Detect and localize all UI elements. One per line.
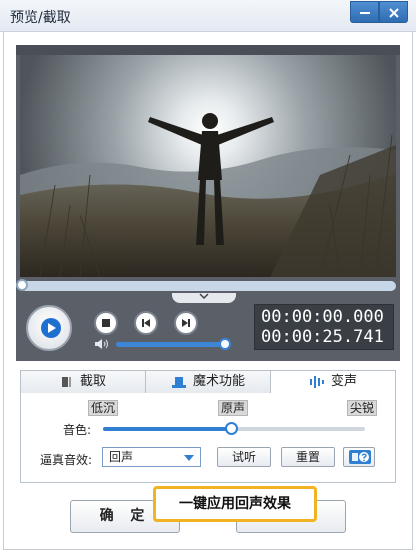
play-button[interactable] (26, 305, 72, 351)
time-display: 00:00:00.000 00:00:25.741 (254, 304, 394, 350)
next-frame-button[interactable] (174, 311, 198, 335)
seek-knob[interactable] (16, 279, 28, 291)
effect-select-value: 回声 (109, 450, 134, 464)
reset-button[interactable]: 重置 (281, 447, 335, 467)
scale-high-label: 尖锐 (347, 400, 378, 416)
preview-button[interactable]: 试听 (217, 447, 271, 467)
voice-wave-icon (309, 375, 324, 388)
close-button[interactable] (379, 1, 408, 23)
collapse-toggle[interactable] (172, 293, 236, 303)
tab-magic[interactable]: 魔术功能 (146, 371, 271, 393)
effect-select[interactable]: 回声 (102, 447, 201, 467)
prev-frame-icon (142, 319, 150, 327)
stop-button[interactable] (94, 311, 118, 335)
video-preview[interactable] (20, 55, 396, 277)
dropdown-arrow-icon (184, 455, 194, 461)
minimize-button[interactable] (350, 1, 379, 23)
volume-slider[interactable] (116, 338, 231, 350)
stop-icon (102, 319, 110, 327)
total-time: 00:00:25.741 (261, 327, 384, 347)
volume-knob[interactable] (219, 338, 231, 350)
prev-frame-button[interactable] (134, 311, 158, 335)
play-icon (41, 318, 61, 338)
help-icon (349, 450, 371, 464)
effect-label: 逼真音效: (40, 453, 93, 467)
chevron-down-icon (199, 293, 209, 300)
magic-hat-icon (171, 376, 186, 388)
tone-label: 音色: (63, 423, 92, 437)
tab-magic-label: 魔术功能 (192, 374, 245, 389)
window-title: 预览/截取 (10, 10, 71, 26)
minimize-icon (359, 12, 370, 14)
help-button[interactable] (343, 447, 375, 467)
tab-voice-label: 变声 (330, 374, 357, 389)
tone-slider-knob[interactable] (225, 422, 238, 435)
video-frame-image (20, 55, 396, 277)
next-frame-icon (182, 319, 190, 327)
tone-slider[interactable] (103, 422, 365, 435)
scale-low-label: 低沉 (88, 400, 119, 416)
feature-tabs: 截取 魔术功能 变声 (20, 370, 396, 394)
current-time: 00:00:00.000 (261, 307, 384, 327)
voice-change-panel (20, 393, 396, 483)
title-bar: 预览/截取 (0, 0, 416, 32)
tab-crop[interactable]: 截取 (21, 371, 146, 393)
speaker-icon[interactable] (94, 338, 110, 350)
crop-icon (61, 376, 71, 387)
scale-mid-label: 原声 (218, 400, 249, 416)
video-player: 00:00:00.000 00:00:25.741 (16, 45, 400, 361)
tab-voice-change[interactable]: 变声 (271, 371, 395, 393)
player-top-strip (16, 45, 400, 55)
tab-crop-label: 截取 (79, 374, 106, 389)
tone-slider-fill (103, 427, 231, 431)
seek-bar[interactable] (16, 279, 396, 291)
close-icon (388, 8, 399, 18)
echo-tooltip: 一键应用回声效果 (153, 486, 317, 522)
